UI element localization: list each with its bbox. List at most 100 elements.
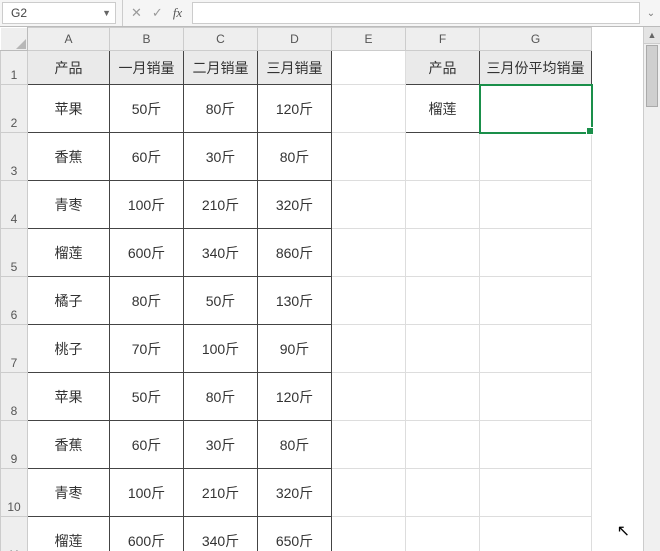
row-header-6[interactable]: 6 bbox=[1, 277, 28, 325]
cell-E10[interactable] bbox=[332, 469, 406, 517]
cancel-icon[interactable]: ✕ bbox=[131, 5, 142, 21]
column-header-D[interactable]: D bbox=[258, 28, 332, 51]
cell-C11[interactable]: 340斤 bbox=[184, 517, 258, 551]
column-header-C[interactable]: C bbox=[184, 28, 258, 51]
cell-F2[interactable]: 榴莲 bbox=[406, 85, 480, 133]
cell-D1[interactable]: 三月销量 bbox=[258, 51, 332, 85]
cell-G2[interactable] bbox=[480, 85, 592, 133]
cell-C3[interactable]: 30斤 bbox=[184, 133, 258, 181]
column-header-E[interactable]: E bbox=[332, 28, 406, 51]
enter-icon[interactable]: ✓ bbox=[152, 5, 163, 21]
cell-C10[interactable]: 210斤 bbox=[184, 469, 258, 517]
row-header-9[interactable]: 9 bbox=[1, 421, 28, 469]
cell-G8[interactable] bbox=[480, 373, 592, 421]
cell-D10[interactable]: 320斤 bbox=[258, 469, 332, 517]
vertical-scrollbar[interactable]: ▲ bbox=[643, 27, 660, 551]
select-all-corner[interactable] bbox=[1, 28, 28, 51]
column-header-F[interactable]: F bbox=[406, 28, 480, 51]
cell-A6[interactable]: 橘子 bbox=[28, 277, 110, 325]
row-header-4[interactable]: 4 bbox=[1, 181, 28, 229]
cell-F5[interactable] bbox=[406, 229, 480, 277]
cell-F3[interactable] bbox=[406, 133, 480, 181]
cell-E7[interactable] bbox=[332, 325, 406, 373]
cell-B11[interactable]: 600斤 bbox=[110, 517, 184, 551]
cell-B3[interactable]: 60斤 bbox=[110, 133, 184, 181]
cell-A10[interactable]: 青枣 bbox=[28, 469, 110, 517]
row-header-7[interactable]: 7 bbox=[1, 325, 28, 373]
column-header-B[interactable]: B bbox=[110, 28, 184, 51]
cell-C8[interactable]: 80斤 bbox=[184, 373, 258, 421]
cell-A11[interactable]: 榴莲 bbox=[28, 517, 110, 551]
cell-B10[interactable]: 100斤 bbox=[110, 469, 184, 517]
cell-A4[interactable]: 青枣 bbox=[28, 181, 110, 229]
name-box[interactable]: G2 ▼ bbox=[2, 2, 116, 24]
row-header-1[interactable]: 1 bbox=[1, 51, 28, 85]
cell-D4[interactable]: 320斤 bbox=[258, 181, 332, 229]
column-header-A[interactable]: A bbox=[28, 28, 110, 51]
cell-C5[interactable]: 340斤 bbox=[184, 229, 258, 277]
row-header-11[interactable]: 11 bbox=[1, 517, 28, 551]
cell-F9[interactable] bbox=[406, 421, 480, 469]
fx-icon[interactable]: fx bbox=[173, 5, 182, 21]
cell-F8[interactable] bbox=[406, 373, 480, 421]
cell-C1[interactable]: 二月销量 bbox=[184, 51, 258, 85]
cell-B4[interactable]: 100斤 bbox=[110, 181, 184, 229]
cell-E4[interactable] bbox=[332, 181, 406, 229]
cell-E2[interactable] bbox=[332, 85, 406, 133]
cell-G5[interactable] bbox=[480, 229, 592, 277]
cell-G10[interactable] bbox=[480, 469, 592, 517]
cell-B9[interactable]: 60斤 bbox=[110, 421, 184, 469]
cell-D5[interactable]: 860斤 bbox=[258, 229, 332, 277]
cell-A1[interactable]: 产品 bbox=[28, 51, 110, 85]
cell-G1[interactable]: 三月份平均销量 bbox=[480, 51, 592, 85]
cell-G3[interactable] bbox=[480, 133, 592, 181]
cell-G11[interactable] bbox=[480, 517, 592, 551]
cell-C2[interactable]: 80斤 bbox=[184, 85, 258, 133]
cell-G6[interactable] bbox=[480, 277, 592, 325]
cell-D9[interactable]: 80斤 bbox=[258, 421, 332, 469]
row-header-10[interactable]: 10 bbox=[1, 469, 28, 517]
cell-E9[interactable] bbox=[332, 421, 406, 469]
cell-F4[interactable] bbox=[406, 181, 480, 229]
row-header-5[interactable]: 5 bbox=[1, 229, 28, 277]
cell-G9[interactable] bbox=[480, 421, 592, 469]
cell-F11[interactable] bbox=[406, 517, 480, 551]
cell-B6[interactable]: 80斤 bbox=[110, 277, 184, 325]
row-header-8[interactable]: 8 bbox=[1, 373, 28, 421]
cell-E5[interactable] bbox=[332, 229, 406, 277]
cell-B1[interactable]: 一月销量 bbox=[110, 51, 184, 85]
cell-A3[interactable]: 香蕉 bbox=[28, 133, 110, 181]
cell-B2[interactable]: 50斤 bbox=[110, 85, 184, 133]
cell-D8[interactable]: 120斤 bbox=[258, 373, 332, 421]
cell-C7[interactable]: 100斤 bbox=[184, 325, 258, 373]
cell-A2[interactable]: 苹果 bbox=[28, 85, 110, 133]
cell-B7[interactable]: 70斤 bbox=[110, 325, 184, 373]
cell-A9[interactable]: 香蕉 bbox=[28, 421, 110, 469]
cell-F6[interactable] bbox=[406, 277, 480, 325]
cell-E8[interactable] bbox=[332, 373, 406, 421]
cell-C9[interactable]: 30斤 bbox=[184, 421, 258, 469]
cell-A7[interactable]: 桃子 bbox=[28, 325, 110, 373]
cell-E1[interactable] bbox=[332, 51, 406, 85]
cell-E6[interactable] bbox=[332, 277, 406, 325]
scroll-up-icon[interactable]: ▲ bbox=[644, 27, 660, 44]
cell-A5[interactable]: 榴莲 bbox=[28, 229, 110, 277]
cell-G7[interactable] bbox=[480, 325, 592, 373]
cell-G4[interactable] bbox=[480, 181, 592, 229]
cell-B8[interactable]: 50斤 bbox=[110, 373, 184, 421]
cell-F10[interactable] bbox=[406, 469, 480, 517]
cell-D11[interactable]: 650斤 bbox=[258, 517, 332, 551]
formula-bar-expand-icon[interactable]: ⌄ bbox=[642, 0, 660, 26]
row-header-2[interactable]: 2 bbox=[1, 85, 28, 133]
cell-A8[interactable]: 苹果 bbox=[28, 373, 110, 421]
cell-E11[interactable] bbox=[332, 517, 406, 551]
cell-D2[interactable]: 120斤 bbox=[258, 85, 332, 133]
scroll-thumb[interactable] bbox=[646, 45, 658, 107]
spreadsheet-grid[interactable]: ABCDEFG1产品一月销量二月销量三月销量产品三月份平均销量2苹果50斤80斤… bbox=[0, 27, 660, 551]
cell-D6[interactable]: 130斤 bbox=[258, 277, 332, 325]
name-box-dropdown-icon[interactable]: ▼ bbox=[102, 8, 111, 18]
cell-F7[interactable] bbox=[406, 325, 480, 373]
cell-F1[interactable]: 产品 bbox=[406, 51, 480, 85]
cell-B5[interactable]: 600斤 bbox=[110, 229, 184, 277]
formula-bar[interactable] bbox=[192, 2, 640, 24]
